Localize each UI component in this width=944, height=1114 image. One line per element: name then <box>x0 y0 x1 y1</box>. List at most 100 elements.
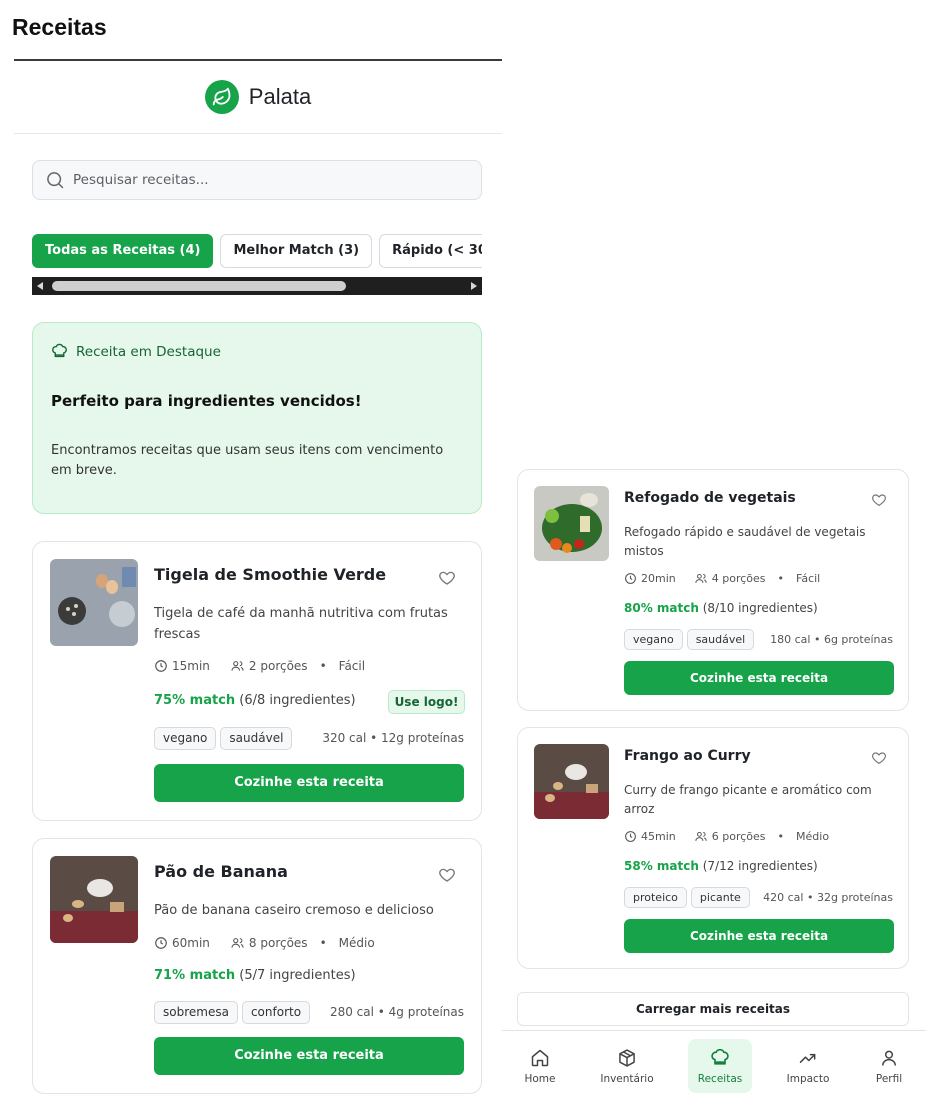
users-icon <box>695 831 707 841</box>
nav-label: Perfil <box>875 1072 903 1085</box>
tag: saudável <box>220 727 293 750</box>
chef-hat-icon <box>711 1048 729 1065</box>
users-icon <box>231 661 244 671</box>
recipe-card-smoothie[interactable]: Tigela de Smoothie Verde Tigela de café … <box>32 541 482 821</box>
filter-chip-best-match[interactable]: Melhor Match (3) <box>220 234 373 268</box>
recipe-match: 80% match (8/10 ingredientes) <box>624 601 818 615</box>
recipe-image <box>50 856 138 943</box>
featured-title: Perfeito para ingredientes vencidos! <box>51 392 362 410</box>
recipe-meta: 60min 8 porções • Médio <box>154 936 375 950</box>
tag: vegano <box>624 629 683 650</box>
user-icon <box>882 1050 896 1066</box>
recipe-tags: sobremesa conforto <box>154 1001 311 1024</box>
nav-item-recipes[interactable]: Receitas <box>688 1039 752 1093</box>
recipe-match: 75% match (6/8 ingredientes) <box>154 693 356 708</box>
trending-up-icon <box>799 1053 816 1063</box>
recipe-description: Tigela de café da manhã nutritiva com fr… <box>154 606 448 642</box>
nav-item-impact[interactable]: Impacto <box>780 1039 836 1093</box>
recipe-meta: 45min 6 porções • Médio <box>624 830 829 843</box>
chef-hat-icon <box>52 343 67 358</box>
search-input[interactable] <box>73 172 453 188</box>
cook-recipe-button[interactable]: Cozinhe esta receita <box>624 661 894 695</box>
tag: saudável <box>686 629 755 650</box>
leaf-icon <box>204 80 239 114</box>
recipe-nutrition: 180 cal • 6g proteínas <box>770 633 893 646</box>
scrollbar-thumb[interactable] <box>52 281 346 291</box>
users-icon <box>231 938 244 948</box>
cook-recipe-button[interactable]: Cozinhe esta receita <box>154 1037 464 1075</box>
recipe-match: 58% match (7/12 ingredientes) <box>624 859 818 873</box>
load-more-button[interactable]: Carregar mais receitas <box>517 992 909 1026</box>
app-name: Palata <box>248 84 312 109</box>
recipe-description: Refogado rápido e saudável de vegetais m… <box>624 525 866 558</box>
nav-label: Home <box>524 1072 556 1085</box>
recipe-meta: 15min 2 porções • Fácil <box>154 659 365 673</box>
recipe-title: Pão de Banana <box>154 862 288 881</box>
filter-chips: Todas as Receitas (4) Melhor Match (3) Ráp… <box>32 234 482 268</box>
featured-label: Receita em Destaque <box>51 343 463 360</box>
nav-item-home[interactable]: Home <box>516 1039 564 1093</box>
tag: conforto <box>241 1001 311 1024</box>
bottom-nav: Home Inventário Receitas Impacto Perfil <box>502 1030 926 1100</box>
recipe-tags: vegano saudável <box>154 727 293 750</box>
cook-recipe-button[interactable]: Cozinhe esta receita <box>154 764 464 802</box>
featured-recipe-banner[interactable]: Receita em Destaque Perfeito para ingred… <box>32 322 482 514</box>
heart-icon[interactable] <box>871 492 887 508</box>
recipe-match: 71% match (5/7 ingredientes) <box>154 968 356 983</box>
heart-icon[interactable] <box>438 866 456 884</box>
nav-item-inventory[interactable]: Inventário <box>594 1039 660 1093</box>
recipe-difficulty: Fácil <box>796 572 821 585</box>
horizontal-scrollbar[interactable] <box>32 277 482 295</box>
recipe-difficulty: Médio <box>338 936 375 950</box>
recipe-title: Tigela de Smoothie Verde <box>154 565 387 584</box>
users-icon <box>695 573 707 583</box>
recipe-nutrition: 280 cal • 4g proteínas <box>329 1005 464 1019</box>
recipe-card-banana-bread[interactable]: Pão de Banana Pão de banana caseiro crem… <box>32 838 482 1094</box>
recipe-meta: 20min 4 porções • Fácil <box>624 572 820 585</box>
tag: vegano <box>154 727 217 750</box>
tag: proteico <box>624 887 687 908</box>
featured-label-text: Receita em Destaque <box>76 343 221 360</box>
phone-screen-top: Palata Todas as Receitas (4)Melhor Match… <box>14 59 502 1114</box>
recipe-card-vegetable-stirfry[interactable]: Refogado de vegetais Refogado rápido e s… <box>517 469 909 711</box>
recipe-title: Frango ao Curry <box>624 748 751 764</box>
heart-icon[interactable] <box>871 750 887 766</box>
recipe-time: 15min <box>172 659 210 673</box>
filter-chip-quick[interactable]: Rápido (< 30min) <box>379 234 482 268</box>
nav-item-profile[interactable]: Perfil <box>866 1039 912 1093</box>
nav-label: Inventário <box>600 1072 654 1085</box>
page-heading: Receitas <box>12 14 107 40</box>
recipe-servings: 4 porções <box>711 572 766 585</box>
search-icon <box>47 172 64 189</box>
use-soon-badge: Use logo! <box>388 690 465 714</box>
clock-icon <box>155 660 167 672</box>
app-header: Palata <box>14 61 502 134</box>
recipe-image <box>534 744 609 819</box>
recipe-image <box>534 486 609 561</box>
recipe-time: 60min <box>172 936 210 950</box>
scroll-left-arrow-icon[interactable] <box>37 282 43 290</box>
recipe-tags: proteico picante <box>624 887 750 908</box>
recipe-card-chicken-curry[interactable]: Frango ao Curry Curry de frango picante … <box>517 727 909 969</box>
recipe-description: Curry de frango picante e aromático com … <box>624 783 872 816</box>
heart-icon[interactable] <box>438 569 456 587</box>
recipe-nutrition: 320 cal • 12g proteínas <box>322 731 464 745</box>
recipe-time: 20min <box>641 572 676 585</box>
nav-label: Receitas <box>697 1072 743 1085</box>
home-icon <box>531 1049 549 1066</box>
recipe-title: Refogado de vegetais <box>624 490 796 506</box>
clock-icon <box>625 831 636 842</box>
recipe-servings: 2 porções <box>248 659 308 673</box>
cook-recipe-button[interactable]: Cozinhe esta receita <box>624 919 894 953</box>
clock-icon <box>155 937 167 949</box>
box-icon <box>619 1048 635 1067</box>
recipe-image <box>50 559 138 646</box>
filter-chip-all[interactable]: Todas as Receitas (4) <box>32 234 214 268</box>
recipe-time: 45min <box>641 830 676 843</box>
recipe-nutrition: 420 cal • 32g proteínas <box>763 891 893 904</box>
recipe-servings: 8 porções <box>248 936 308 950</box>
recipe-difficulty: Fácil <box>338 659 366 673</box>
recipe-tags: vegano saudável <box>624 629 755 650</box>
search-bar[interactable] <box>32 160 482 200</box>
scroll-right-arrow-icon[interactable] <box>471 282 477 290</box>
